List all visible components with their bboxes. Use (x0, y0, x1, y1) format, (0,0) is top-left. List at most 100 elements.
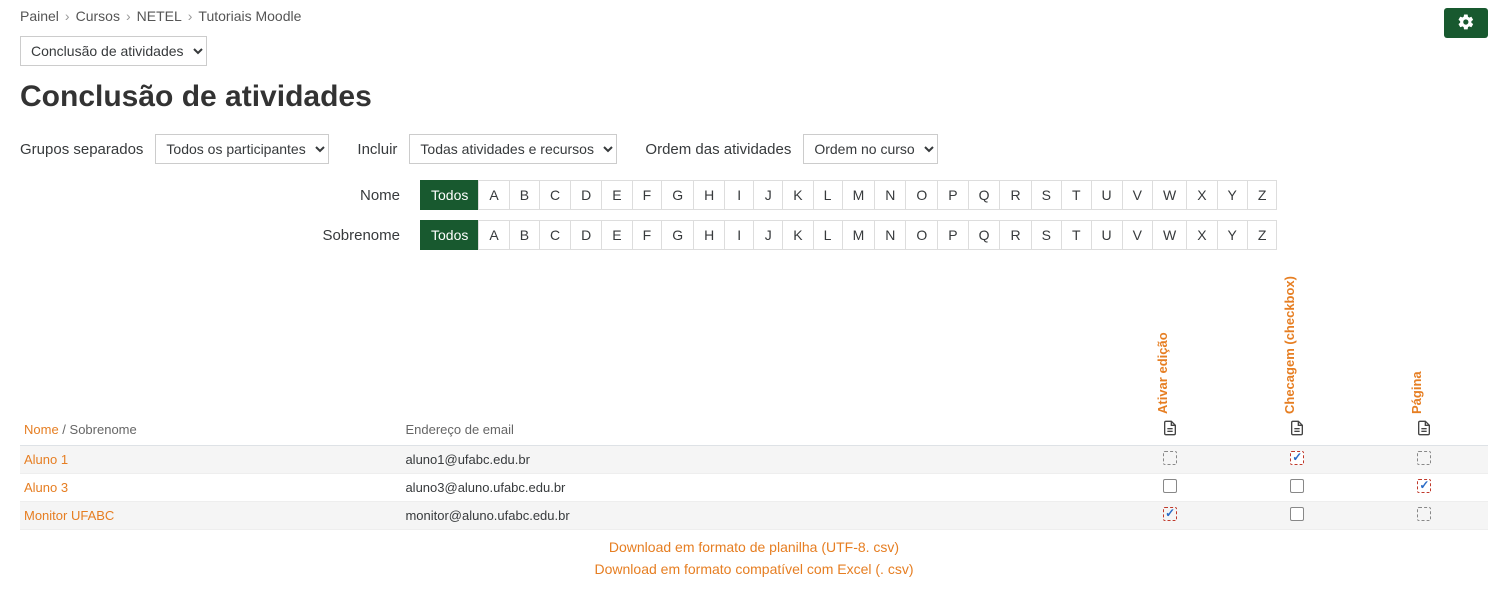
alpha-letter[interactable]: S (1031, 180, 1062, 210)
alpha-letter[interactable]: R (999, 220, 1031, 250)
completion-indicator[interactable] (1163, 451, 1177, 465)
alpha-letter[interactable]: K (782, 180, 813, 210)
alpha-letter[interactable]: J (753, 180, 783, 210)
alpha-letter[interactable]: T (1061, 220, 1092, 250)
surname-filter: TodosABCDEFGHIJKLMNOPQRSTUVWXYZ (420, 220, 1277, 250)
download-excel-link[interactable]: Download em formato compatível com Excel… (20, 558, 1488, 580)
alpha-all[interactable]: Todos (420, 180, 479, 210)
alpha-letter[interactable]: U (1091, 180, 1123, 210)
table-row: Aluno 3 aluno3@aluno.ufabc.edu.br (20, 474, 1488, 502)
completion-indicator[interactable] (1290, 479, 1304, 493)
completion-indicator[interactable] (1290, 507, 1304, 521)
alpha-letter[interactable]: A (478, 180, 509, 210)
alpha-letter[interactable]: H (693, 220, 725, 250)
breadcrumb-item[interactable]: Tutoriais Moodle (198, 8, 301, 24)
sort-name-link[interactable]: Nome (24, 422, 59, 437)
completion-indicator[interactable] (1290, 451, 1304, 465)
alpha-letter[interactable]: L (813, 180, 843, 210)
alpha-letter[interactable]: K (782, 220, 813, 250)
alpha-letter[interactable]: M (842, 220, 876, 250)
alpha-letter[interactable]: I (724, 180, 754, 210)
user-name-link[interactable]: Aluno 3 (24, 480, 68, 495)
completion-table: Ativar edição Checagem (checkbox) Página… (20, 264, 1488, 530)
groups-select[interactable]: Todos os participantes (155, 134, 329, 164)
alpha-letter[interactable]: C (539, 180, 571, 210)
activity-header-link[interactable]: Página (1409, 371, 1424, 414)
alpha-letter[interactable]: Q (968, 180, 1001, 210)
surname-filter-label: Sobrenome (20, 227, 420, 244)
alpha-letter[interactable]: X (1186, 180, 1217, 210)
alpha-all[interactable]: Todos (420, 220, 479, 250)
alpha-letter[interactable]: I (724, 220, 754, 250)
alpha-letter[interactable]: O (905, 180, 938, 210)
breadcrumb-item[interactable]: NETEL (137, 8, 182, 24)
alpha-letter[interactable]: V (1122, 180, 1153, 210)
alpha-letter[interactable]: Y (1217, 220, 1248, 250)
alpha-letter[interactable]: V (1122, 220, 1153, 250)
chevron-right-icon: › (65, 8, 70, 24)
alpha-letter[interactable]: A (478, 220, 509, 250)
alpha-letter[interactable]: H (693, 180, 725, 210)
alpha-letter[interactable]: Z (1247, 220, 1278, 250)
alpha-letter[interactable]: D (570, 180, 602, 210)
completion-indicator[interactable] (1163, 479, 1177, 493)
alpha-letter[interactable]: T (1061, 180, 1092, 210)
alpha-letter[interactable]: D (570, 220, 602, 250)
completion-indicator[interactable] (1163, 507, 1177, 521)
page-icon (1162, 424, 1178, 439)
order-select[interactable]: Ordem no curso (803, 134, 938, 164)
alpha-letter[interactable]: P (937, 220, 968, 250)
breadcrumb: Painel › Cursos › NETEL › Tutoriais Mood… (20, 8, 301, 24)
alpha-letter[interactable]: F (632, 180, 663, 210)
alpha-letter[interactable]: W (1152, 180, 1187, 210)
alpha-letter[interactable]: U (1091, 220, 1123, 250)
alpha-letter[interactable]: L (813, 220, 843, 250)
breadcrumb-item[interactable]: Cursos (76, 8, 120, 24)
alpha-letter[interactable]: G (661, 220, 694, 250)
alpha-letter[interactable]: W (1152, 220, 1187, 250)
user-email: monitor@aluno.ufabc.edu.br (401, 502, 1106, 530)
page-icon (1416, 424, 1432, 439)
alpha-letter[interactable]: B (509, 220, 540, 250)
activity-header-link[interactable]: Checagem (checkbox) (1282, 276, 1297, 414)
user-name-link[interactable]: Aluno 1 (24, 452, 68, 467)
alpha-letter[interactable]: Y (1217, 180, 1248, 210)
user-name-link[interactable]: Monitor UFABC (24, 508, 114, 523)
settings-button[interactable] (1444, 8, 1488, 38)
alpha-letter[interactable]: O (905, 220, 938, 250)
alpha-letter[interactable]: X (1186, 220, 1217, 250)
alpha-letter[interactable]: B (509, 180, 540, 210)
download-links: Download em formato de planilha (UTF-8. … (20, 536, 1488, 581)
alpha-letter[interactable]: G (661, 180, 694, 210)
user-email: aluno3@aluno.ufabc.edu.br (401, 474, 1106, 502)
alpha-letter[interactable]: Q (968, 220, 1001, 250)
activity-header-link[interactable]: Ativar edição (1155, 332, 1170, 414)
chevron-right-icon: › (188, 8, 193, 24)
breadcrumb-item[interactable]: Painel (20, 8, 59, 24)
completion-indicator[interactable] (1417, 479, 1431, 493)
include-label: Incluir (357, 141, 397, 158)
alpha-letter[interactable]: M (842, 180, 876, 210)
report-nav-select[interactable]: Conclusão de atividades (20, 36, 207, 66)
alpha-letter[interactable]: P (937, 180, 968, 210)
table-row: Aluno 1aluno1@ufabc.edu.br (20, 446, 1488, 474)
alpha-letter[interactable]: N (874, 180, 906, 210)
include-select[interactable]: Todas atividades e recursos (409, 134, 617, 164)
download-utf8-link[interactable]: Download em formato de planilha (UTF-8. … (20, 536, 1488, 558)
alpha-letter[interactable]: Z (1247, 180, 1278, 210)
groups-label: Grupos separados (20, 141, 143, 158)
completion-indicator[interactable] (1417, 507, 1431, 521)
alpha-letter[interactable]: E (601, 220, 632, 250)
alpha-letter[interactable]: S (1031, 220, 1062, 250)
table-row: Monitor UFABC monitor@aluno.ufabc.edu.br (20, 502, 1488, 530)
alpha-letter[interactable]: C (539, 220, 571, 250)
alpha-letter[interactable]: F (632, 220, 663, 250)
firstname-filter: TodosABCDEFGHIJKLMNOPQRSTUVWXYZ (420, 180, 1277, 210)
completion-indicator[interactable] (1417, 451, 1431, 465)
sort-surname-link[interactable]: Sobrenome (70, 422, 137, 437)
alpha-letter[interactable]: E (601, 180, 632, 210)
alpha-letter[interactable]: N (874, 220, 906, 250)
alpha-letter[interactable]: R (999, 180, 1031, 210)
alpha-letter[interactable]: J (753, 220, 783, 250)
gear-icon (1457, 13, 1475, 34)
